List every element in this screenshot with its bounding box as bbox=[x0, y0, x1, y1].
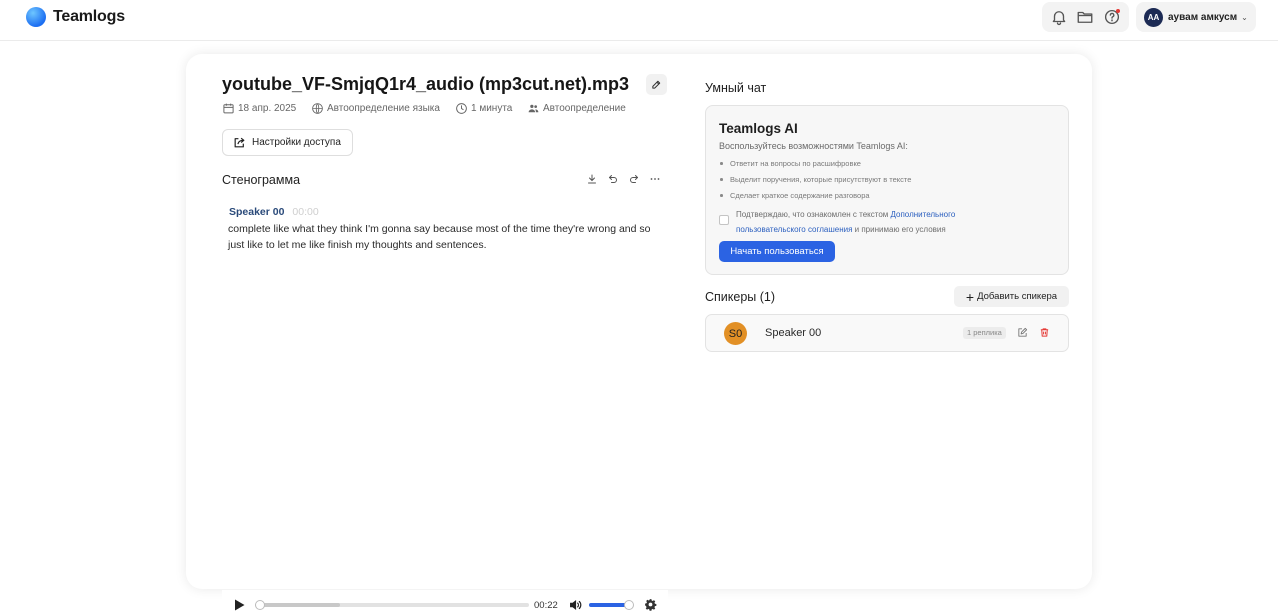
agreement-prefix: Подтверждаю, что ознакомлен с текстом bbox=[736, 210, 891, 219]
meta-speakers: Автоопределение bbox=[527, 102, 626, 115]
agreement-suffix: и принимаю его условия bbox=[852, 225, 946, 234]
edit-icon bbox=[652, 80, 661, 89]
list-item: Сделает краткое содержание разговора bbox=[719, 189, 911, 205]
speaker-row[interactable]: S0 Speaker 00 1 реплика bbox=[705, 314, 1069, 352]
replica-count-badge: 1 реплика bbox=[963, 327, 1006, 339]
user-menu[interactable]: AA аувам амкусм ⌄ bbox=[1136, 2, 1256, 32]
agreement-checkbox[interactable] bbox=[719, 215, 729, 225]
folder-icon[interactable] bbox=[1076, 8, 1094, 26]
list-item: Ответит на вопросы по расшифровке bbox=[719, 157, 911, 173]
users-icon bbox=[528, 104, 539, 113]
edit-title-button[interactable] bbox=[646, 74, 667, 95]
speakers-title: Спикеры (1) bbox=[705, 290, 776, 304]
ai-title: Teamlogs AI bbox=[719, 121, 798, 136]
header-actions bbox=[1042, 2, 1129, 32]
segment-timestamp[interactable]: 00:00 bbox=[292, 206, 318, 218]
list-item: Выделит поручения, которые присутствуют … bbox=[719, 173, 911, 189]
access-settings-label: Настройки доступа bbox=[252, 137, 341, 148]
meta-language: Автоопределение языка bbox=[311, 102, 440, 115]
user-avatar: AA bbox=[1144, 7, 1163, 27]
volume-slider[interactable] bbox=[589, 600, 634, 610]
volume-icon[interactable] bbox=[569, 599, 582, 611]
teamlogs-ai-panel: Teamlogs AI Воспользуйтесь возможностями… bbox=[705, 105, 1069, 275]
volume-thumb[interactable] bbox=[624, 600, 634, 610]
add-speaker-label: Добавить спикера bbox=[977, 291, 1058, 302]
app-name: Teamlogs bbox=[53, 8, 125, 25]
download-icon[interactable] bbox=[586, 173, 598, 185]
globe-icon bbox=[312, 103, 323, 114]
audio-player: 00:22 bbox=[222, 590, 668, 614]
play-icon[interactable] bbox=[234, 599, 245, 611]
chevron-down-icon: ⌄ bbox=[1241, 12, 1248, 22]
redo-icon[interactable] bbox=[628, 173, 640, 185]
calendar-icon bbox=[223, 103, 234, 114]
speaker-avatar: S0 bbox=[724, 322, 747, 345]
plus-icon: + bbox=[965, 288, 975, 305]
top-header: Teamlogs AA аувам амкусм ⌄ bbox=[0, 0, 1278, 41]
smart-chat-title: Умный чат bbox=[705, 81, 767, 95]
edit-speaker-icon[interactable] bbox=[1017, 327, 1028, 338]
segment-speaker[interactable]: Speaker 00 bbox=[229, 206, 284, 218]
transcript-title: Стенограмма bbox=[222, 173, 301, 187]
file-duration: 1 минута bbox=[471, 103, 513, 114]
playback-time: 00:22 bbox=[534, 600, 558, 611]
app-logo[interactable]: Teamlogs bbox=[26, 7, 125, 27]
meta-date: 18 апр. 2025 bbox=[222, 102, 296, 115]
progress-thumb[interactable] bbox=[255, 600, 265, 610]
transcript-segment-header: Speaker 00 00:00 bbox=[229, 206, 319, 218]
agreement-text: Подтверждаю, что ознакомлен с текстом До… bbox=[736, 207, 996, 237]
notifications-bell-icon[interactable] bbox=[1050, 8, 1068, 26]
share-icon bbox=[234, 137, 245, 148]
segment-text[interactable]: complete like what they think I'm gonna … bbox=[228, 221, 668, 253]
file-date: 18 апр. 2025 bbox=[238, 103, 297, 114]
ai-subtitle: Воспользуйтесь возможностями Teamlogs AI… bbox=[719, 141, 908, 151]
ai-feature-list: Ответит на вопросы по расшифровке Выдели… bbox=[719, 157, 911, 205]
speaker-name[interactable]: Speaker 00 bbox=[765, 327, 821, 339]
buffered-bar bbox=[255, 603, 340, 607]
file-speakers-mode: Автоопределение bbox=[543, 103, 626, 114]
transcript-toolbar bbox=[586, 173, 661, 185]
meta-duration: 1 минута bbox=[455, 102, 512, 115]
file-language: Автоопределение языка bbox=[327, 103, 440, 114]
volume-fill bbox=[589, 603, 629, 607]
user-name: аувам амкусм bbox=[1168, 11, 1238, 23]
agreement: Подтверждаю, что ознакомлен с текстом До… bbox=[719, 207, 996, 237]
gear-icon[interactable] bbox=[644, 598, 657, 611]
add-speaker-button[interactable]: + Добавить спикера bbox=[954, 286, 1069, 307]
access-settings-button[interactable]: Настройки доступа bbox=[222, 129, 353, 156]
help-notification-dot bbox=[1115, 9, 1120, 13]
undo-icon[interactable] bbox=[607, 173, 619, 185]
clock-icon bbox=[456, 103, 467, 114]
more-icon[interactable] bbox=[649, 173, 661, 185]
logo-icon bbox=[26, 7, 46, 27]
start-using-button[interactable]: Начать пользоваться bbox=[719, 241, 835, 262]
playback-progress-slider[interactable] bbox=[255, 600, 529, 610]
file-title: youtube_VF-SmjqQ1r4_audio (mp3cut.net).m… bbox=[222, 74, 630, 94]
help-icon[interactable] bbox=[1103, 8, 1121, 26]
delete-speaker-icon[interactable] bbox=[1039, 327, 1050, 338]
